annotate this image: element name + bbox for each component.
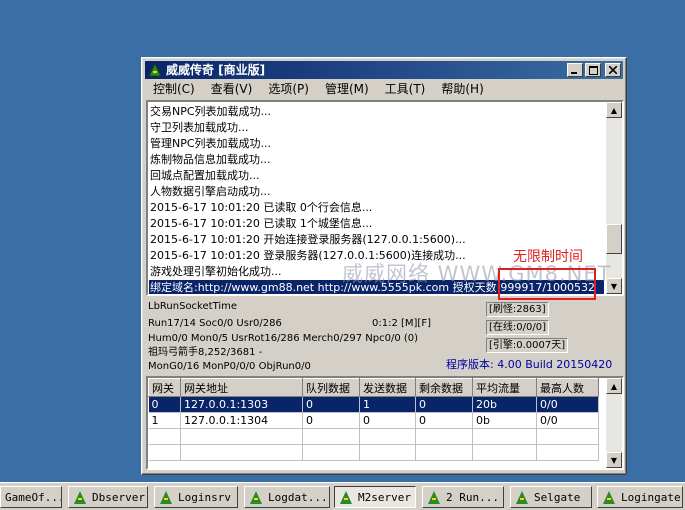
app-icon [250, 491, 262, 504]
log-line: 守卫列表加载成功... [150, 121, 249, 134]
task-gameof[interactable]: GameOf... [0, 486, 62, 508]
log-line: 人物数据引擎启动成功... [150, 185, 271, 198]
task-logdata[interactable]: Logdat... [244, 486, 330, 508]
app-icon [603, 491, 615, 504]
col-traffic[interactable]: 平均流量 [472, 378, 537, 397]
close-icon [609, 66, 617, 74]
table-row [148, 444, 599, 461]
program-version: 程序版本: 4.00 Build 20150420 [446, 358, 613, 371]
menu-options[interactable]: 选项(P) [260, 80, 317, 99]
col-address[interactable]: 网关地址 [180, 378, 303, 397]
task-label: Loginsrv [178, 490, 231, 504]
minimize-icon [571, 72, 577, 74]
col-queue[interactable]: 队列数据 [302, 378, 360, 397]
table-row [148, 428, 599, 445]
task-label: 2 Run... [446, 490, 499, 504]
app-icon [160, 491, 172, 504]
cell: 127.0.0.1:1304 [180, 412, 303, 429]
app-icon [74, 491, 86, 504]
mong-stats: MonG0/16 MonP0/0/0 ObjRun0/0 [148, 361, 311, 372]
maximize-icon [588, 65, 598, 75]
arrow-down-icon: ▼ [610, 455, 618, 465]
task-logingate[interactable]: Logingate [597, 486, 683, 508]
gateway-table[interactable]: 网关 网关地址 队列数据 发送数据 剩余数据 平均流量 最高人数 0 127.0… [146, 376, 624, 470]
task-dbserver[interactable]: Dbserver [68, 486, 148, 508]
cell: 0b [472, 412, 537, 429]
table-scrollbar[interactable]: ▲ ▼ [606, 378, 622, 468]
log-line: 回城点配置加载成功... [150, 169, 260, 182]
app-icon [428, 491, 440, 504]
app-icon [147, 63, 163, 77]
cell: 0 [302, 412, 360, 429]
cell: 0/0 [536, 396, 599, 413]
menu-control[interactable]: 控制(C) [145, 80, 203, 99]
engine-days: [引擎:0.0007天] [486, 338, 569, 353]
log-line: 2015-6-17 10:01:20 已读取 0个行会信息... [150, 201, 373, 214]
task-label: M2server [358, 490, 411, 504]
cell: 0/0 [536, 412, 599, 429]
scroll-up-button[interactable]: ▲ [606, 378, 622, 394]
app-icon [516, 491, 528, 504]
cell: 0 [302, 396, 360, 413]
scroll-down-button[interactable]: ▼ [606, 452, 622, 468]
menu-bar: 控制(C) 查看(V) 选项(P) 管理(M) 工具(T) 帮助(H) [145, 80, 623, 99]
menu-tools[interactable]: 工具(T) [377, 80, 434, 99]
log-line: 管理NPC列表加载成功... [150, 137, 272, 150]
scroll-up-button[interactable]: ▲ [606, 102, 622, 118]
task-run[interactable]: 2 Run... [422, 486, 504, 508]
app-icon [340, 491, 352, 504]
hum-stats: Hum0/0 Mon0/5 UsrRot16/286 Merch0/297 Np… [148, 333, 419, 344]
maximize-button[interactable] [585, 63, 601, 77]
online-count: [在线:0/0/0] [486, 320, 549, 335]
table-row[interactable]: 1 127.0.0.1:1304 0 0 0 0b 0/0 [148, 412, 599, 429]
task-selgate[interactable]: Selgate [510, 486, 592, 508]
status-panel: LbRunSocketTime Run17/14 Soc0/0 Usr0/286… [146, 298, 624, 374]
col-gateway[interactable]: 网关 [148, 378, 181, 397]
task-label: Dbserver [92, 490, 145, 504]
arrow-down-icon: ▼ [610, 281, 618, 291]
task-label: Selgate [534, 490, 581, 504]
task-m2server[interactable]: M2server [334, 486, 416, 508]
col-max-users[interactable]: 最高人数 [536, 378, 599, 397]
cell: 127.0.0.1:1303 [180, 396, 303, 413]
minimize-button[interactable] [567, 63, 583, 77]
cell: 1 [148, 412, 181, 429]
menu-help[interactable]: 帮助(H) [433, 80, 491, 99]
task-loginsrv[interactable]: Loginsrv [154, 486, 238, 508]
scroll-thumb[interactable] [606, 224, 622, 254]
title-bar[interactable]: 威威传奇 [商业版] [145, 61, 623, 79]
task-label: Logingate [621, 490, 681, 504]
monster-stats: 祖玛弓箭手8,252/3681 - [148, 347, 263, 358]
run-clock: 0:1:2 [M][F] [372, 318, 431, 329]
taskbar: GameOf... Dbserver Loginsrv Logdat... M2… [0, 482, 685, 510]
arrow-up-icon: ▲ [610, 381, 618, 391]
highlight-box [498, 268, 596, 300]
arrow-up-icon: ▲ [610, 105, 618, 115]
cell: 0 [415, 396, 473, 413]
run-stats: Run17/14 Soc0/0 Usr0/286 [148, 318, 282, 329]
log-line: 交易NPC列表加载成功... [150, 105, 272, 118]
menu-manage[interactable]: 管理(M) [317, 80, 377, 99]
refresh-count: [刷怪:2863] [486, 302, 549, 317]
cell: 0 [148, 396, 181, 413]
log-line: 2015-6-17 10:01:20 已读取 1个城堡信息... [150, 217, 373, 230]
menu-view[interactable]: 查看(V) [203, 80, 261, 99]
task-label: GameOf... [5, 490, 62, 504]
cell: 20b [472, 396, 537, 413]
cell: 0 [359, 412, 416, 429]
cell: 0 [415, 412, 473, 429]
cell: 1 [359, 396, 416, 413]
log-line: 炼制物品信息加载成功... [150, 153, 271, 166]
col-remain[interactable]: 剩余数据 [415, 378, 473, 397]
task-label: Logdat... [268, 490, 328, 504]
close-button[interactable] [605, 63, 621, 77]
window-title: 威威传奇 [商业版] [166, 63, 266, 77]
col-sent[interactable]: 发送数据 [359, 378, 416, 397]
table-row[interactable]: 0 127.0.0.1:1303 0 1 0 20b 0/0 [148, 396, 599, 413]
socket-time: LbRunSocketTime [148, 301, 238, 312]
